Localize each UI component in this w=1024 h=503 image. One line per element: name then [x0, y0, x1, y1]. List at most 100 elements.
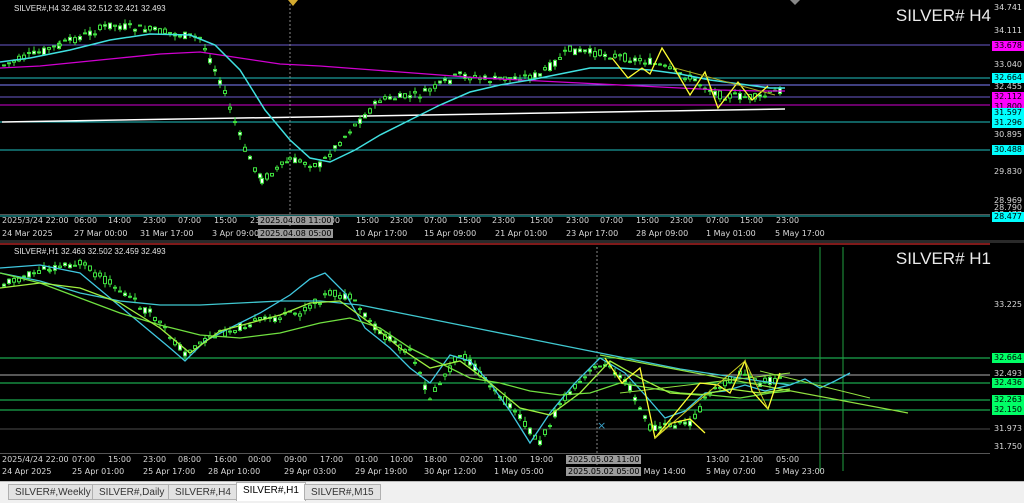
- candle-body: [698, 84, 702, 87]
- candle-body: [233, 121, 237, 124]
- h4-time-label: 14:00: [108, 216, 132, 225]
- h4-date-label: 1 May 01:00: [706, 229, 756, 238]
- h4-price-badge: 30.488: [992, 145, 1024, 155]
- candle-body: [508, 77, 512, 80]
- candle-body: [538, 73, 542, 77]
- candle-body: [243, 146, 247, 152]
- candle-body: [588, 369, 592, 372]
- candle-body: [763, 95, 767, 98]
- candle-body: [32, 50, 36, 55]
- candle-body: [63, 262, 67, 267]
- candle-body: [328, 153, 332, 158]
- candle-body: [588, 48, 592, 54]
- candle-body: [253, 167, 257, 172]
- candle-body: [358, 118, 362, 124]
- chart-tab[interactable]: SILVER#,M15: [304, 484, 381, 500]
- candle-body: [108, 22, 112, 30]
- candle-body: [143, 29, 147, 33]
- h1-date-label: 29 Apr 19:00: [355, 467, 408, 476]
- h1-price-plot[interactable]: ×: [0, 243, 990, 471]
- candle-body: [653, 424, 657, 431]
- candle-body: [108, 279, 112, 285]
- candle-body: [518, 414, 522, 420]
- candle-body: [663, 64, 667, 67]
- h1-price-tick: 32.493: [994, 369, 1022, 378]
- h1-date-label: 5 May 23:00: [775, 467, 825, 476]
- candle-body: [458, 71, 462, 75]
- candle-body: [743, 96, 747, 99]
- h1-time-label: 10:00: [390, 455, 414, 464]
- candle-body: [323, 156, 327, 159]
- candle-body: [178, 35, 182, 38]
- h4-time-label: 15:00: [458, 216, 482, 225]
- h4-time-label: 23:00: [492, 216, 516, 225]
- h4-price-badge: 32.112: [992, 92, 1024, 102]
- candle-body: [228, 330, 232, 333]
- candle-body: [733, 92, 737, 95]
- h1-time-label: 09:00: [284, 455, 308, 464]
- candle-body: [37, 51, 41, 54]
- candle-body: [27, 271, 31, 278]
- candle-body: [73, 264, 77, 267]
- candle-body: [593, 51, 597, 58]
- candle-body: [538, 440, 542, 446]
- h1-chart[interactable]: × SILVER#,H1 32.463 32.502 32.459 32.493…: [0, 243, 1024, 481]
- candle-body: [63, 39, 67, 42]
- h1-chart-header: SILVER#,H1 32.463 32.502 32.459 32.493: [14, 247, 166, 256]
- candle-body: [743, 373, 747, 376]
- h4-time-label: 15:00: [740, 216, 764, 225]
- h4-time-label: 07:00: [178, 216, 202, 225]
- candle-body: [523, 74, 527, 77]
- h4-price-plot[interactable]: [0, 0, 990, 228]
- chart-tab[interactable]: SILVER#,H4: [168, 484, 238, 500]
- candle-body: [543, 429, 547, 435]
- candle-body: [258, 173, 262, 179]
- candle-body: [673, 425, 677, 429]
- candle-body: [203, 47, 207, 51]
- h1-price-tick: 33.225: [994, 300, 1022, 309]
- candle-body: [723, 380, 727, 387]
- h4-date-label: 24 Mar 2025: [2, 229, 53, 238]
- h4-price-tick: 34.111: [994, 26, 1022, 35]
- candle-body: [508, 403, 512, 409]
- candle-body: [343, 135, 347, 138]
- candle-body: [633, 57, 637, 62]
- candle-body: [83, 32, 87, 35]
- chart-tab[interactable]: SILVER#,Daily: [92, 484, 172, 500]
- h4-time-label: 15:00: [356, 216, 380, 225]
- candle-body: [113, 24, 117, 27]
- h1-price-badge: 32.150: [992, 405, 1024, 415]
- h1-time-label: 19:00: [530, 455, 554, 464]
- h1-time-label: 17:00: [320, 455, 344, 464]
- h4-date-label: 27 Mar 00:00: [74, 229, 128, 238]
- candle-body: [373, 100, 377, 105]
- h1-date-label: 1 May 05:00: [494, 467, 544, 476]
- candle-body: [118, 290, 122, 293]
- candle-body: [123, 23, 127, 30]
- h4-time-label: 07:00: [600, 216, 624, 225]
- candle-body: [628, 384, 632, 392]
- h1-time-label: 15:00: [108, 455, 132, 464]
- candle-body: [583, 49, 587, 53]
- candle-body: [328, 290, 332, 296]
- candle-body: [758, 94, 762, 97]
- candle-body: [658, 426, 662, 429]
- h1-price-tick: 31.750: [994, 442, 1022, 451]
- candle-body: [548, 425, 552, 428]
- h1-time-label: 2025/4/24 22:00: [2, 455, 69, 464]
- chart-end-marker[interactable]: [790, 0, 800, 5]
- candle-body: [58, 265, 62, 268]
- candle-body: [308, 304, 312, 309]
- candle-body: [103, 24, 107, 27]
- chart-tab[interactable]: SILVER#,H1: [236, 482, 306, 501]
- candle-body: [303, 306, 307, 312]
- chart-shift-marker[interactable]: [288, 0, 298, 6]
- candle-body: [138, 307, 142, 310]
- candle-body: [598, 49, 602, 56]
- candle-body: [643, 415, 647, 419]
- h4-chart[interactable]: SILVER#,H4 32.484 32.512 32.421 32.493 S…: [0, 0, 1024, 240]
- candle-body: [303, 161, 307, 165]
- candle-body: [413, 91, 417, 94]
- h4-price-tick: 32.455: [994, 82, 1022, 91]
- chart-tab[interactable]: SILVER#,Weekly: [8, 484, 98, 500]
